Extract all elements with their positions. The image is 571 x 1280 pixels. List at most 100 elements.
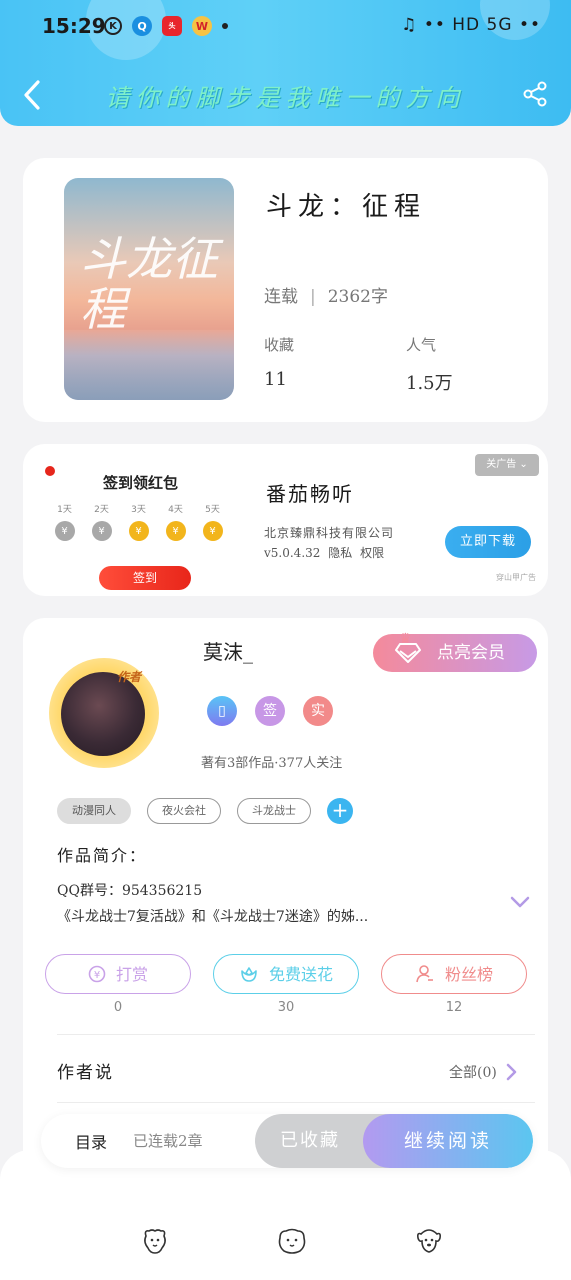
divider bbox=[57, 1034, 535, 1035]
send-flower-label: 免费送花 bbox=[268, 964, 333, 984]
author-name[interactable]: 莫沫_ bbox=[203, 636, 253, 665]
author-badge: 作者 bbox=[117, 670, 142, 684]
status-bar: 15:29 K Q 头 W ♫ •• HD 5G •• bbox=[0, 10, 571, 42]
share-icon[interactable] bbox=[521, 80, 549, 108]
status-system-icons: ♫ •• HD 5G •• bbox=[401, 15, 541, 35]
book-info-card: 斗龙征程 斗龙：征程 连载 | 2362字 收藏 11 人气 1.5万 bbox=[23, 158, 548, 422]
ad-card[interactable]: 签到领红包 1天 ¥ 2天 ¥ 3天 ¥ 4天 ¥ 5天 ¥ 签到 番茄畅听 北京臻鼎科技… bbox=[23, 444, 548, 596]
chevron-down-icon: ⌄ bbox=[519, 459, 528, 470]
status-notification-icons: K Q 头 W bbox=[104, 16, 228, 36]
continue-reading-button[interactable]: 继续阅读 bbox=[363, 1114, 533, 1168]
reading-action-bar: 目录 已连载2章 已收藏 继续阅读 bbox=[41, 1114, 533, 1168]
book-title: 斗龙：征程 bbox=[266, 192, 427, 222]
yuan-coin-icon: ¥ bbox=[88, 965, 106, 983]
fans-rank-button[interactable]: 粉丝榜 bbox=[381, 954, 527, 994]
ad-close-button[interactable]: 关广告 ⌄ bbox=[475, 454, 539, 476]
ad-version-line: v5.0.4.32 隐私 权限 bbox=[264, 544, 384, 561]
author-actions: ¥ 打赏 0 免费送花 30 粉丝榜 12 bbox=[45, 954, 527, 1015]
coin-icon: ¥ bbox=[128, 521, 149, 541]
all-link-label: 全部(0) bbox=[449, 1065, 497, 1081]
ad-close-label: 关广告 bbox=[486, 459, 517, 470]
flower-count: 30 bbox=[277, 1000, 295, 1015]
ad-checkin-button[interactable]: 签到 bbox=[99, 566, 191, 590]
page-title: 请你的脚步是我唯一的方向 bbox=[105, 84, 466, 112]
fans-rank-label: 粉丝榜 bbox=[444, 964, 493, 984]
diamond-icon bbox=[395, 643, 421, 663]
checkin-day: 3天 ¥ bbox=[125, 502, 152, 541]
popularity-label: 人气 bbox=[406, 336, 437, 354]
more-dot-icon bbox=[222, 23, 228, 29]
tip-count: 0 bbox=[113, 1000, 123, 1015]
author-avatar[interactable]: 作者 bbox=[49, 658, 159, 770]
bottom-tab-bar bbox=[0, 1150, 571, 1280]
ad-source: 穿山甲广告 bbox=[496, 573, 536, 582]
serial-count[interactable]: 已连载2章 bbox=[133, 1130, 203, 1151]
book-status: 连载 bbox=[264, 287, 298, 307]
send-flower-button[interactable]: 免费送花 bbox=[213, 954, 359, 994]
ad-download-button[interactable]: 立即下载 bbox=[445, 526, 531, 558]
puppy-mascot-icon[interactable] bbox=[414, 1226, 444, 1256]
book-meta: 连载 | 2362字 bbox=[264, 287, 388, 307]
checkin-day: 2天 ¥ bbox=[88, 502, 115, 541]
ad-permission-link[interactable]: 权限 bbox=[360, 546, 384, 560]
signed-badge[interactable]: 签 bbox=[255, 696, 285, 726]
status-time: 15:29 bbox=[42, 14, 106, 38]
real-name-badge[interactable]: 实 bbox=[303, 696, 333, 726]
k-app-icon: K bbox=[104, 17, 122, 35]
divider bbox=[57, 1102, 535, 1103]
fans-count: 12 bbox=[445, 1000, 463, 1015]
author-say-heading: 作者说 bbox=[57, 1063, 114, 1083]
coin-icon: ¥ bbox=[54, 521, 75, 541]
phone-verified-icon[interactable]: ▯ bbox=[207, 696, 237, 726]
cat-mascot-icon[interactable] bbox=[276, 1226, 308, 1256]
dog-mascot-icon[interactable] bbox=[140, 1226, 170, 1256]
checkin-days: 1天 ¥ 2天 ¥ 3天 ¥ 4天 ¥ 5天 ¥ bbox=[51, 502, 226, 541]
news-app-icon: 头 bbox=[162, 16, 182, 36]
book-word-count: 2362字 bbox=[327, 287, 388, 307]
popularity-stat: 人气 1.5万 bbox=[406, 334, 453, 395]
ad-image[interactable]: 签到领红包 1天 ¥ 2天 ¥ 3天 ¥ 4天 ¥ 5天 ¥ 签到 bbox=[41, 462, 251, 590]
qq-icon: Q bbox=[132, 16, 152, 36]
app-logo-icon bbox=[45, 466, 55, 476]
toc-button[interactable]: 目录 bbox=[75, 1129, 107, 1153]
top-header: 15:29 K Q 头 W ♫ •• HD 5G •• 请你的脚步是我唯一的方向 bbox=[0, 0, 571, 126]
author-tags: 动漫同人 夜火会社 斗龙战士 + bbox=[57, 798, 353, 824]
add-tag-button[interactable]: + bbox=[327, 798, 353, 824]
cover-sea-decor bbox=[64, 330, 234, 400]
author-stats: 著有3部作品·377人关注 bbox=[201, 756, 343, 771]
intro-text: 《斗龙战士7复活战》和《斗龙战士7迷途》的姊... bbox=[57, 909, 369, 925]
checkin-day: 5天 ¥ bbox=[199, 502, 226, 541]
tip-label: 打赏 bbox=[115, 964, 148, 984]
flower-action: 免费送花 30 bbox=[213, 954, 359, 1015]
flower-icon bbox=[241, 967, 257, 982]
tag-item[interactable]: 动漫同人 bbox=[57, 798, 131, 824]
svg-text:¥: ¥ bbox=[94, 970, 100, 981]
vip-button[interactable]: ♛ 点亮会员 bbox=[373, 631, 537, 672]
ad-image-title: 签到领红包 bbox=[103, 474, 179, 492]
ad-version: v5.0.4.32 bbox=[264, 546, 321, 560]
popularity-value: 1.5万 bbox=[406, 373, 453, 394]
all-comments-link[interactable]: 全部(0) bbox=[449, 1062, 517, 1082]
ad-privacy-link[interactable]: 隐私 bbox=[328, 546, 352, 560]
favorites-label: 收藏 bbox=[264, 336, 295, 354]
expand-chevron-icon[interactable] bbox=[509, 894, 531, 910]
cover-title: 斗龙征程 bbox=[80, 232, 218, 336]
favorites-value: 11 bbox=[264, 369, 287, 390]
book-cover-image[interactable]: 斗龙征程 bbox=[64, 178, 234, 400]
coin-icon: ¥ bbox=[165, 521, 186, 541]
checkin-day: 4天 ¥ bbox=[162, 502, 189, 541]
ad-company: 北京臻鼎科技有限公司 bbox=[264, 526, 395, 540]
weibo-icon: W bbox=[192, 16, 212, 36]
author-badges: ▯ 签 实 bbox=[207, 696, 333, 726]
vip-button-label: 点亮会员 bbox=[437, 643, 505, 663]
collected-label: 已收藏 bbox=[280, 1130, 340, 1151]
tip-button[interactable]: ¥ 打赏 bbox=[45, 954, 191, 994]
coin-icon: ¥ bbox=[202, 521, 223, 541]
tag-item[interactable]: 斗龙战士 bbox=[237, 798, 311, 824]
checkin-day: 1天 ¥ bbox=[51, 502, 78, 541]
chevron-right-icon bbox=[506, 1063, 517, 1081]
coin-icon: ¥ bbox=[91, 521, 112, 541]
tip-action: ¥ 打赏 0 bbox=[45, 954, 191, 1015]
user-icon bbox=[416, 965, 433, 983]
tag-item[interactable]: 夜火会社 bbox=[147, 798, 221, 824]
